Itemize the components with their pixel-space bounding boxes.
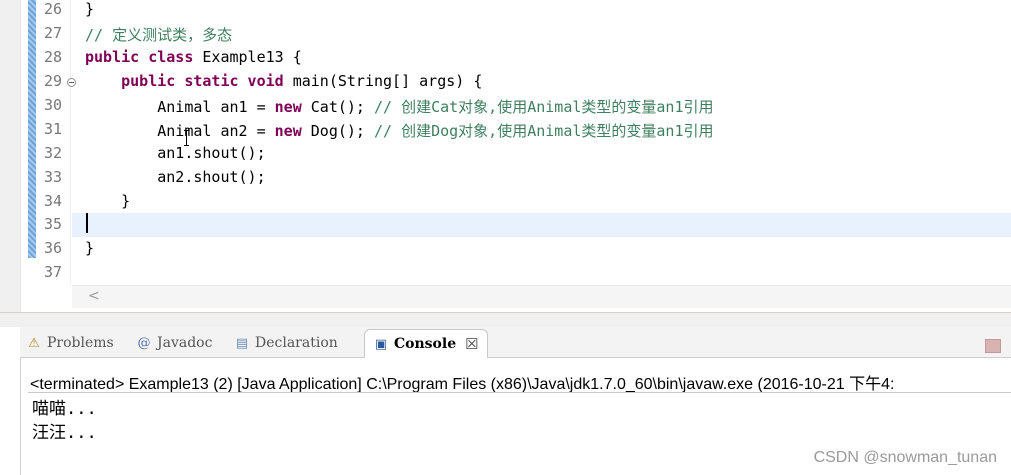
code-editor[interactable]: 26} 27 // 定义测试类，多态 28 public class Example13…	[0, 0, 1011, 313]
line-number: 32	[44, 144, 63, 162]
line-number: 34	[44, 192, 63, 210]
keyword-token: new	[274, 98, 302, 116]
fold-collapse-icon[interactable]	[67, 78, 76, 87]
code-token: an2.shout();	[85, 168, 266, 186]
code-line[interactable]: 28 public class Example13 {	[0, 46, 1011, 70]
code-token: }	[85, 0, 95, 18]
line-number: 35	[44, 215, 63, 233]
tab-label: Console	[394, 336, 457, 352]
code-line[interactable]: 33 an2.shout();	[0, 166, 1011, 190]
close-tab-icon[interactable]: ☒	[465, 335, 478, 353]
scroll-left-icon[interactable]: <	[88, 288, 100, 304]
console-output-line[interactable]: 汪汪...	[32, 418, 97, 443]
code-text[interactable]: }	[85, 239, 94, 257]
tab-label: Problems	[47, 335, 114, 351]
line-number: 26	[44, 0, 63, 18]
line-number: 27	[44, 24, 63, 42]
console-output-line[interactable]: 喵喵...	[32, 394, 97, 419]
code-token: Cat();	[301, 98, 374, 116]
code-text[interactable]: // 定义测试类，多态	[85, 24, 232, 45]
panel-tab-bar: ⚠ Problems @ Javadoc ▤ Declaration ▣ Con…	[20, 327, 1011, 358]
comment-token: // 创建Dog对象,使用Animal类型的变量an1引用	[374, 122, 714, 140]
line-number: 28	[44, 48, 63, 66]
javadoc-icon: @	[137, 335, 151, 351]
console-divider	[28, 392, 1011, 393]
line-number: 33	[44, 168, 63, 186]
code-token: Animal an1 =	[85, 98, 275, 116]
watermark: CSDN @snowman_tunan	[813, 449, 997, 466]
tab-label: Javadoc	[157, 335, 213, 351]
line-number: 37	[44, 263, 63, 281]
console-status-line: <terminated> Example13 (2) [Java Applica…	[30, 376, 895, 393]
tab-declaration[interactable]: ▤ Declaration	[234, 331, 338, 355]
keyword-token: public class	[85, 48, 194, 66]
text-caret	[86, 213, 88, 233]
tab-console[interactable]: ▣ Console ☒	[364, 329, 488, 358]
code-token: Animal an2 =	[85, 122, 275, 140]
code-line[interactable]: 36}	[0, 237, 1011, 261]
code-line[interactable]: 31 Animal an2 = new Dog(); // 创建Dog对象,使用…	[0, 118, 1011, 142]
panel-left-border	[20, 357, 21, 475]
code-line[interactable]: 32 an1.shout();	[0, 142, 1011, 166]
code-line[interactable]: 27 // 定义测试类，多态	[0, 22, 1011, 46]
problems-icon: ⚠	[28, 335, 40, 351]
minimize-view-button[interactable]	[985, 339, 1001, 353]
tab-problems[interactable]: ⚠ Problems	[26, 331, 114, 355]
code-text[interactable]: Animal an1 = new Cat(); // 创建Cat对象,使用Ani…	[85, 96, 714, 117]
code-token: Example13 {	[193, 48, 302, 66]
line-number: 31	[44, 120, 63, 138]
code-token: main(String[] args) {	[283, 72, 483, 90]
tab-javadoc[interactable]: @ Javadoc	[136, 331, 213, 355]
code-token: }	[85, 239, 95, 257]
code-text[interactable]: Animal an2 = new Dog(); // 创建Dog对象,使用Ani…	[85, 120, 714, 141]
code-line[interactable]: 35	[44, 213, 1011, 237]
code-line[interactable]: 29 public static void main(String[] args…	[0, 70, 1011, 94]
code-text[interactable]: public class Example13 {	[85, 48, 302, 66]
panel-divider	[0, 313, 1011, 327]
comment-token: // 定义测试类，多态	[85, 26, 233, 44]
horizontal-scrollbar[interactable]: <	[72, 285, 1011, 308]
line-number: 30	[44, 96, 63, 114]
code-line[interactable]: 30 Animal an1 = new Cat(); // 创建Cat对象,使用…	[0, 94, 1011, 118]
code-text[interactable]: public static void main(String[] args) {	[85, 72, 482, 90]
console-icon: ▣	[374, 336, 388, 352]
code-token: Dog();	[301, 122, 374, 140]
ibeam-cursor-icon	[184, 130, 189, 146]
declaration-icon: ▤	[235, 335, 249, 351]
comment-token: // 创建Cat对象,使用Animal类型的变量an1引用	[374, 98, 714, 116]
code-text[interactable]: an2.shout();	[85, 168, 266, 186]
line-number: 36	[44, 239, 63, 257]
code-line[interactable]: 34 }	[0, 190, 1011, 214]
code-token: an1.shout();	[85, 144, 266, 162]
keyword-token: public static void	[121, 72, 284, 90]
code-text[interactable]: }	[85, 192, 130, 210]
code-text[interactable]: an1.shout();	[85, 144, 266, 162]
keyword-token: new	[274, 122, 302, 140]
code-line[interactable]: 26}	[0, 0, 1011, 22]
code-text[interactable]: }	[85, 0, 94, 18]
code-line[interactable]: 37	[0, 261, 1011, 285]
code-token: }	[85, 192, 131, 210]
tab-label: Declaration	[255, 335, 338, 351]
